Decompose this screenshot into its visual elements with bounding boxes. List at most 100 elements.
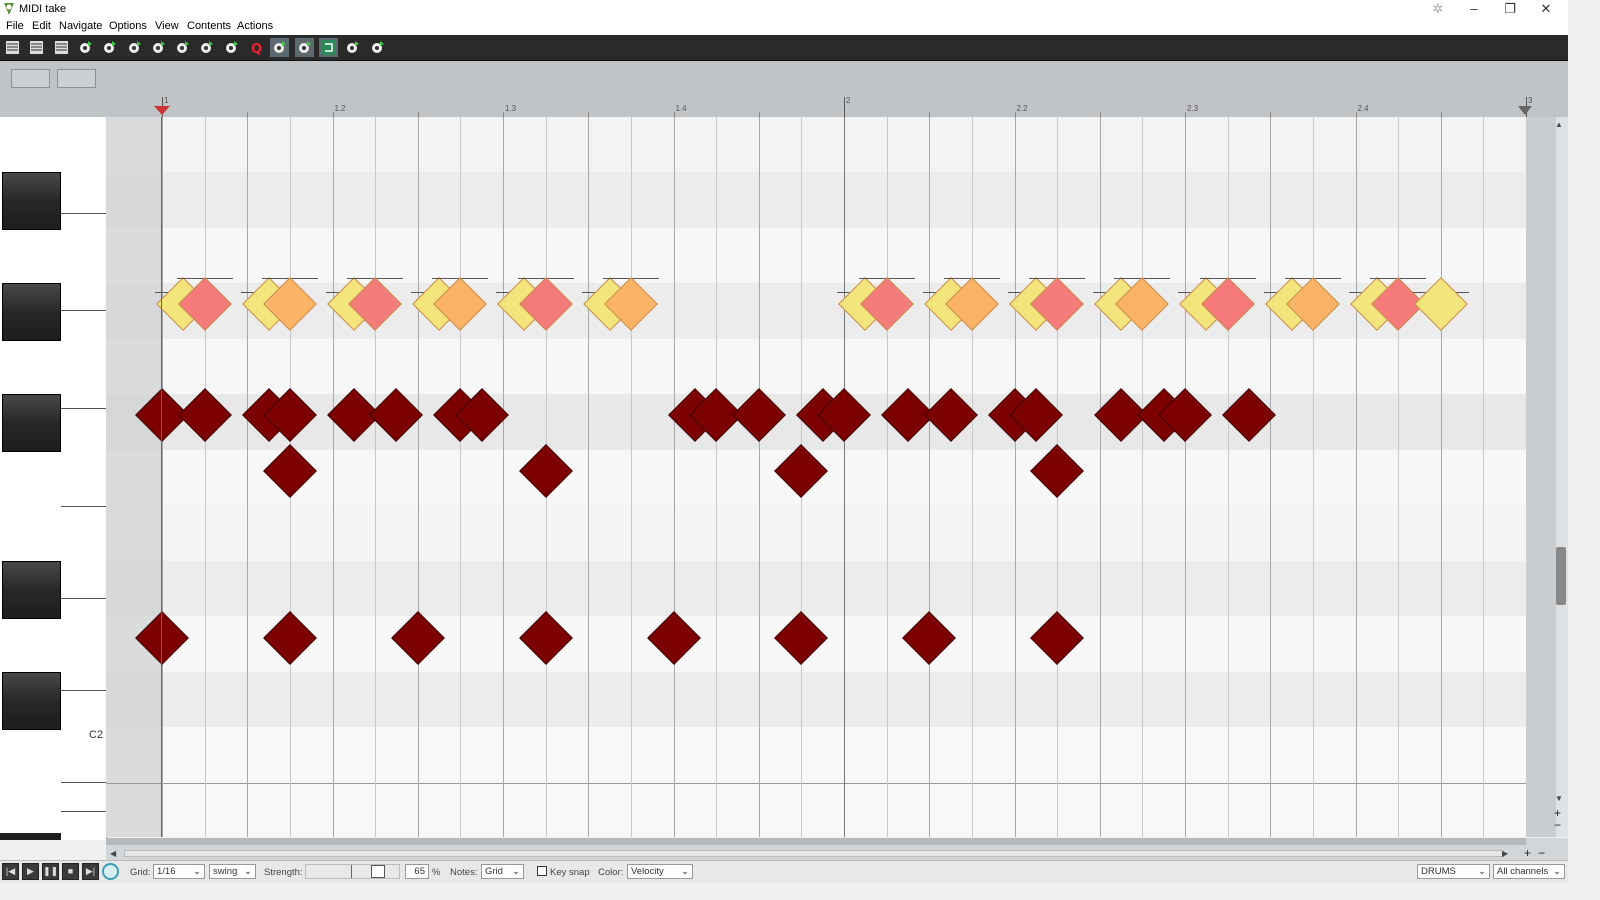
piano-black-key[interactable] — [2, 394, 61, 452]
menu-navigate[interactable]: Navigate — [59, 20, 102, 32]
notation-icon[interactable] — [76, 38, 95, 57]
strength-slider[interactable] — [305, 864, 400, 879]
menu-edit[interactable]: Edit — [32, 20, 51, 32]
ruler-area — [0, 61, 1568, 117]
go-to-end-icon[interactable]: ▶| — [82, 863, 99, 880]
key-snap-checkbox[interactable] — [537, 866, 547, 876]
loop-icon[interactable] — [318, 38, 338, 57]
menu-file[interactable]: File — [6, 20, 24, 32]
grid-line — [417, 117, 419, 837]
piano-black-key-edge — [0, 833, 61, 840]
vertical-scrollbar[interactable]: ▲ ▼ + − — [1526, 117, 1568, 837]
piano-black-key[interactable] — [2, 561, 61, 619]
grid-line — [503, 117, 504, 837]
grid-line — [1142, 117, 1144, 837]
go-to-start-icon[interactable]: |◀ — [2, 863, 19, 880]
quantize-q-icon[interactable]: Q — [246, 38, 265, 57]
vscroll-thumb[interactable] — [1556, 547, 1566, 605]
grid-line — [971, 117, 973, 837]
vscroll-track[interactable] — [1556, 117, 1568, 837]
view-grid-icon[interactable] — [52, 38, 71, 57]
menu-options[interactable]: Options — [109, 20, 147, 32]
scroll-down-icon[interactable]: ▼ — [1555, 794, 1563, 803]
percent-label: % — [432, 867, 441, 878]
chevron-down-icon: ⌄ — [244, 866, 252, 877]
channel-select-value: All channels — [1497, 866, 1549, 877]
humanize-icon[interactable] — [125, 38, 144, 57]
grid-line — [332, 117, 334, 837]
metronome-icon[interactable] — [343, 38, 362, 57]
swing-select[interactable]: swing ⌄ — [209, 864, 256, 879]
track-select[interactable]: DRUMS ⌄ — [1417, 864, 1490, 879]
insert-note-icon[interactable] — [100, 38, 119, 57]
grid-line — [630, 117, 632, 837]
play-icon[interactable]: ▶ — [22, 863, 39, 880]
grid-line — [162, 117, 163, 837]
grid-line — [1483, 117, 1485, 837]
wrench-icon[interactable] — [270, 38, 290, 57]
pause-icon[interactable]: ❚❚ — [42, 863, 59, 880]
note-grid[interactable] — [106, 117, 1526, 837]
pin-icon[interactable]: ✲ — [1420, 0, 1456, 18]
view-list-icon[interactable] — [3, 38, 22, 57]
minimize-button[interactable]: – — [1456, 0, 1492, 18]
scroll-up-icon[interactable]: ▲ — [1555, 120, 1563, 129]
menu-contents[interactable]: Contents — [187, 20, 231, 32]
strength-input[interactable]: 65 — [405, 864, 429, 879]
zoom-out-horizontal-icon[interactable]: − — [1538, 846, 1545, 860]
piano-key-separator — [61, 506, 106, 507]
step-input-icon[interactable] — [173, 38, 192, 57]
chevron-down-icon: ⌄ — [512, 866, 520, 877]
restore-button[interactable]: ❐ — [1492, 0, 1528, 18]
strength-slider-thumb[interactable] — [371, 865, 385, 878]
close-button[interactable]: ✕ — [1528, 0, 1564, 18]
piano-key-separator — [61, 782, 106, 783]
ruler-label: 1.2 — [334, 104, 346, 113]
title-bar: MIDI take ✲ – ❐ ✕ — [0, 0, 1568, 18]
scroll-right-icon[interactable]: ▶ — [1502, 849, 1508, 858]
toolbar: Q — [0, 35, 1568, 61]
quantize-icon[interactable] — [149, 38, 168, 57]
view-box-right[interactable] — [57, 69, 96, 88]
color-select[interactable]: Velocity ⌄ — [627, 864, 693, 879]
piano-black-key[interactable] — [2, 172, 61, 230]
grid-line — [1185, 117, 1186, 837]
grid-line — [929, 117, 931, 837]
scroll-left-icon[interactable]: ◀ — [110, 849, 116, 858]
key-snap-label: Key snap — [550, 867, 590, 878]
grid-line — [588, 117, 590, 837]
velocity-strip — [106, 838, 1526, 845]
ruler-label: 2.4 — [1357, 104, 1369, 113]
grid-line — [716, 117, 718, 837]
velocity-lane-icon[interactable] — [294, 38, 314, 57]
piano-key-separator — [61, 690, 106, 691]
grid-snap-icon[interactable] — [222, 38, 241, 57]
swing-select-value: swing — [213, 866, 238, 877]
window-title: MIDI take — [19, 3, 67, 15]
hscroll-track[interactable] — [124, 850, 1504, 857]
piano-black-key[interactable] — [2, 672, 61, 730]
menu-bar: File Edit Navigate Options View Contents… — [0, 18, 1568, 35]
grid-select[interactable]: 1/16 ⌄ — [153, 864, 205, 879]
piano-keyboard[interactable]: C2 — [0, 117, 107, 840]
playhead-marker-icon[interactable] — [154, 106, 170, 115]
loop-toggle-icon[interactable] — [102, 863, 119, 880]
zoom-in-horizontal-icon[interactable]: + — [1524, 846, 1531, 860]
chord-icon[interactable] — [197, 38, 216, 57]
c2-key-label: C2 — [89, 729, 104, 741]
menu-actions[interactable]: Actions — [237, 20, 273, 32]
record-icon[interactable] — [368, 38, 387, 57]
view-events-icon[interactable] — [27, 38, 46, 57]
piano-black-key[interactable] — [2, 283, 61, 341]
stop-icon[interactable]: ■ — [62, 863, 79, 880]
notes-select[interactable]: Grid ⌄ — [481, 864, 524, 879]
strength-slider-center — [351, 865, 352, 878]
channel-select[interactable]: All channels ⌄ — [1493, 864, 1565, 879]
menu-view[interactable]: View — [155, 20, 179, 32]
zoom-out-vertical-icon[interactable]: − — [1554, 818, 1561, 832]
end-marker-icon[interactable] — [1518, 106, 1532, 115]
horizontal-scrollbar[interactable]: ◀ ▶ + − — [106, 838, 1568, 860]
playhead-line — [161, 117, 162, 837]
grid-line — [1270, 117, 1272, 837]
view-box-left[interactable] — [11, 69, 50, 88]
